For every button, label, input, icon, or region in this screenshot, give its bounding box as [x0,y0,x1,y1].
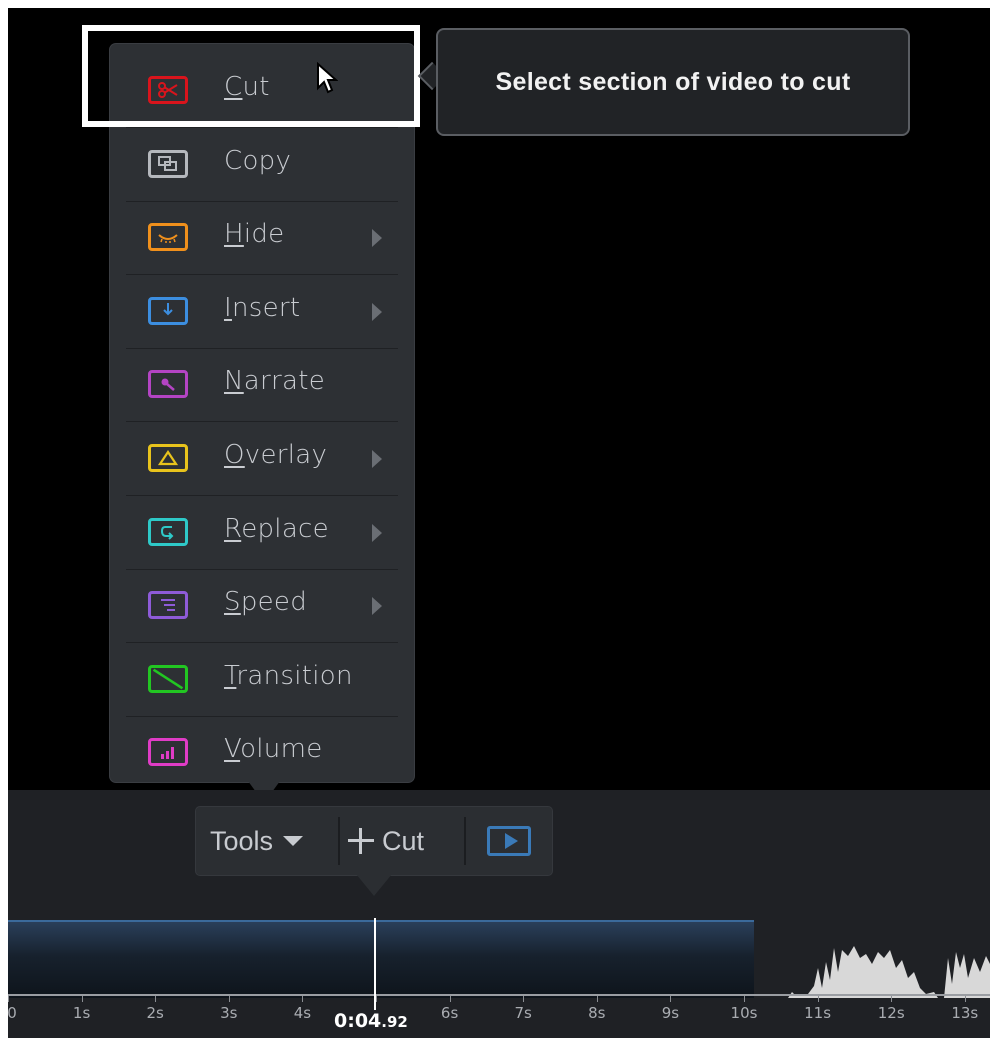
ruler-tick [817,996,819,1002]
submenu-arrow-icon [372,302,382,321]
menu-item-transition[interactable]: Transition [126,643,398,717]
transition-icon [148,664,188,693]
ruler-tick-label: 8s [588,1004,606,1022]
menu-item-label: Volume [224,734,323,765]
ruler-tick-label: 12s [877,1004,905,1022]
tools-menu: Cut Copy Hide Insert Narrate Overlay Replace Sp… [110,44,414,782]
ruler-tick [376,996,377,1002]
ruler-tick [670,996,672,1002]
menu-item-label: Hide [224,219,285,250]
eye-closed-icon [148,223,188,252]
audio-waveform [768,946,990,998]
ruler-tick-label: 9s [661,1004,680,1022]
caret-down-icon [283,836,304,846]
menu-item-cut[interactable]: Cut [126,54,398,128]
toolbar-divider [338,817,340,865]
menu-item-volume[interactable]: Volume [126,716,398,789]
menu-item-narrate[interactable]: Narrate [126,348,398,423]
ruler-tick [523,996,525,1002]
speed-icon [148,591,188,620]
replace-icon [148,517,188,546]
menu-item-insert[interactable]: Insert [126,275,398,349]
current-time-main: 0:04 [334,1010,382,1032]
submenu-arrow-icon [372,450,382,468]
video-editor: Cut Copy Hide Insert Narrate Overlay Replace Sp… [8,8,990,1038]
menu-item-speed[interactable]: Speed [126,569,398,644]
submenu-arrow-icon [372,229,382,248]
ruler-tick [596,996,598,1002]
submenu-arrow-icon [372,597,382,616]
tooltip: Select section of video to cut [436,28,910,136]
plus-icon [348,828,374,854]
tooltip-text: Select section of video to cut [495,68,851,96]
menu-item-label: Transition [224,660,353,691]
ruler-tick-label: 4s [293,1004,312,1022]
menu-item-label: Insert [224,292,301,323]
ruler-tick-label: 13s [951,1004,979,1022]
ruler-tick-label: 3s [220,1004,238,1022]
copy-icon [148,149,188,178]
video-clip-track[interactable] [8,920,754,998]
tools-dropdown-button[interactable]: Tools [210,807,330,875]
playhead[interactable] [374,918,376,1010]
ruler-tick [449,996,451,1002]
microphone-icon [148,370,188,399]
mouse-cursor-icon [317,62,338,94]
menu-item-overlay[interactable]: Overlay [126,422,398,496]
menu-item-hide[interactable]: Hide [126,201,398,276]
current-time-readout: 0:04.92 [334,1010,408,1032]
timeline-toolbar: Tools Cut [196,807,552,875]
ruler-tick-label: 7s [514,1004,532,1022]
triangle-icon [148,444,188,472]
play-preview-icon [487,826,531,856]
ruler-tick [155,996,157,1002]
ruler-tick [891,996,893,1002]
insert-icon [148,296,188,325]
ruler-tick-label: 6s [440,1004,459,1022]
ruler-tick-label: 1s [72,1004,91,1022]
menu-item-label: Copy [224,145,292,176]
ruler-tick-label: 0 [8,1004,17,1022]
ruler-tick-label: 10s [730,1004,758,1022]
menu-item-label: Narrate [224,366,325,397]
ruler-tick [964,996,966,1002]
menu-item-copy[interactable]: Copy [126,128,398,202]
ruler-tick [8,996,9,1002]
add-cut-label: Cut [382,825,425,856]
menu-item-label: Replace [224,513,329,544]
scissors-icon [148,76,188,104]
toolbar-divider [464,817,466,865]
ruler-tick-label: 2s [146,1004,164,1022]
add-cut-button[interactable]: Cut [348,807,458,875]
menu-item-label: Cut [224,72,270,102]
menu-item-replace[interactable]: Replace [126,496,398,570]
ruler-tick [81,996,83,1002]
ruler-tick [744,996,745,1002]
toolbar-pointer [356,874,392,896]
volume-bars-icon [148,738,188,767]
ruler-tick [302,996,304,1002]
ruler-tick [228,996,230,1002]
preview-button[interactable] [484,807,534,875]
menu-item-label: Speed [224,587,308,618]
submenu-arrow-icon [372,523,382,542]
ruler-tick-label: 11s [804,1004,832,1022]
current-time-fraction: .92 [381,1013,408,1031]
menu-item-label: Overlay [224,440,328,470]
tools-label: Tools [210,825,274,856]
